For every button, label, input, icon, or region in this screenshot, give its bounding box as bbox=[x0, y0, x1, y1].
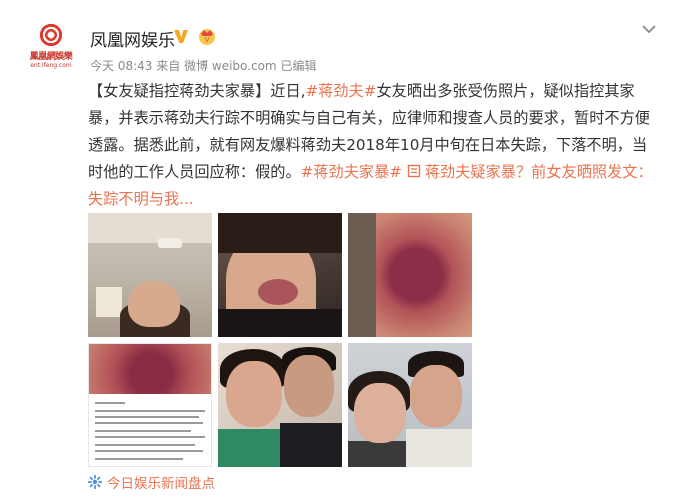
photo-woman-lying-down[interactable] bbox=[88, 213, 212, 337]
article-link-icon bbox=[407, 164, 421, 178]
post-time[interactable]: 今天 08:43 bbox=[90, 59, 152, 73]
hashtag-link[interactable]: #蒋劲夫# bbox=[305, 82, 376, 100]
phoenix-logo-icon bbox=[38, 22, 64, 48]
crown-badge-icon[interactable]: V bbox=[197, 26, 217, 46]
post-edited: 已编辑 bbox=[280, 59, 317, 73]
post-text-intro: 【女友疑指控蒋劲夫家暴】近日, bbox=[88, 82, 306, 100]
image-grid bbox=[88, 213, 472, 467]
post-text: 【女友疑指控蒋劲夫家暴】近日,#蒋劲夫#女友晒出多张受伤照片，疑似指控其家暴，并… bbox=[88, 78, 660, 213]
footer-label: 今日娱乐新闻盘点 bbox=[107, 476, 215, 492]
photo-bruise-and-instagram-post[interactable] bbox=[88, 343, 212, 467]
avatar-brand-en: ent.ifeng.com bbox=[30, 62, 72, 69]
verified-v-icon[interactable] bbox=[172, 27, 190, 45]
photo-couple-selfie-1[interactable] bbox=[218, 343, 342, 467]
chevron-down-icon[interactable] bbox=[640, 20, 658, 38]
hashtag-link-2[interactable]: #蒋劲夫家暴# bbox=[301, 163, 402, 181]
photo-woman-injured-neck[interactable] bbox=[218, 213, 342, 337]
photo-couple-selfie-2[interactable] bbox=[348, 343, 472, 467]
post-meta: 今天 08:43 来自 微博 weibo.com 已编辑 bbox=[90, 57, 316, 74]
post-source[interactable]: 微博 weibo.com bbox=[184, 59, 277, 73]
gear-icon bbox=[88, 475, 102, 489]
avatar[interactable]: 鳳凰網娛樂 ent.ifeng.com bbox=[26, 22, 76, 72]
post-source-prefix: 来自 bbox=[156, 59, 181, 73]
svg-text:V: V bbox=[205, 36, 210, 44]
post-header: 鳳凰網娛樂 ent.ifeng.com 凤凰网娱乐 V 今天 08:43 来自 … bbox=[20, 16, 660, 73]
photo-bruised-arm[interactable] bbox=[348, 213, 472, 337]
topic-footer-link[interactable]: 今日娱乐新闻盘点 bbox=[88, 472, 215, 492]
account-name[interactable]: 凤凰网娱乐 bbox=[90, 26, 175, 51]
avatar-brand-cn: 鳳凰網娛樂 bbox=[29, 52, 73, 62]
